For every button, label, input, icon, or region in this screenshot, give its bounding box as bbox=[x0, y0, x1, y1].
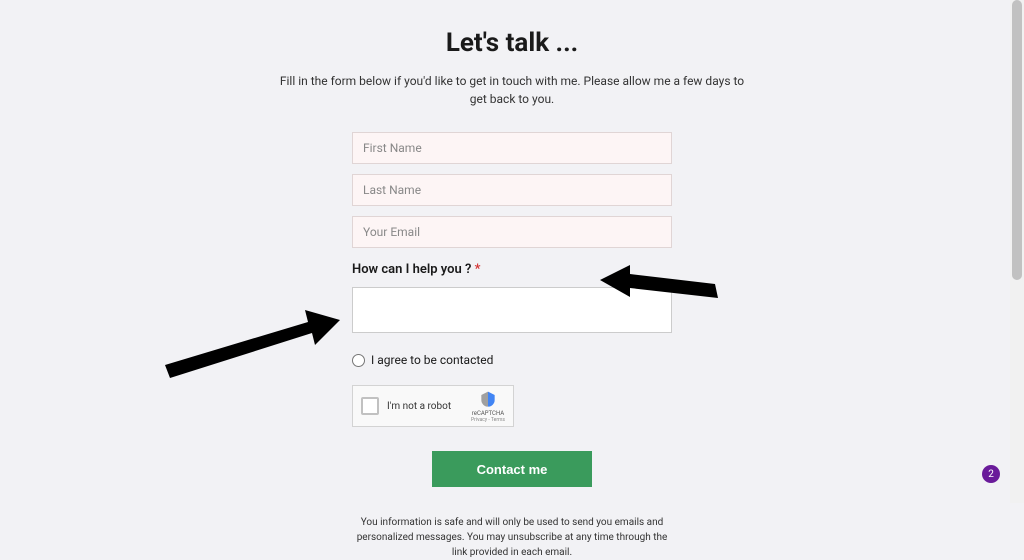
scrollbar-thumb[interactable] bbox=[1012, 0, 1022, 280]
recaptcha-icon bbox=[478, 390, 498, 410]
notification-badge[interactable]: 2 bbox=[982, 465, 1000, 483]
consent-radio[interactable] bbox=[352, 354, 365, 367]
contact-form-container: Let's talk ... Fill in the form below if… bbox=[0, 0, 1024, 503]
recaptcha-checkbox[interactable] bbox=[361, 397, 379, 415]
email-input[interactable] bbox=[352, 216, 672, 248]
required-mark: * bbox=[475, 262, 481, 277]
disclaimer-text: You information is safe and will only be… bbox=[352, 515, 672, 560]
scrollbar[interactable] bbox=[1010, 0, 1024, 503]
submit-button[interactable]: Contact me bbox=[432, 451, 592, 487]
page-subtitle: Fill in the form below if you'd like to … bbox=[272, 72, 752, 108]
recaptcha-widget[interactable]: I'm not a robot reCAPTCHA Privacy - Term… bbox=[352, 385, 514, 427]
first-name-input[interactable] bbox=[352, 132, 672, 164]
help-label: How can I help you ? * bbox=[352, 262, 672, 277]
recaptcha-logo: reCAPTCHA Privacy - Terms bbox=[471, 390, 505, 423]
recaptcha-text: I'm not a robot bbox=[387, 401, 463, 412]
page-title: Let's talk ... bbox=[446, 28, 578, 58]
last-name-input[interactable] bbox=[352, 174, 672, 206]
help-textarea[interactable] bbox=[352, 287, 672, 333]
consent-row: I agree to be contacted bbox=[352, 353, 672, 367]
contact-form: How can I help you ? * I agree to be con… bbox=[352, 132, 672, 560]
consent-label: I agree to be contacted bbox=[371, 353, 493, 367]
